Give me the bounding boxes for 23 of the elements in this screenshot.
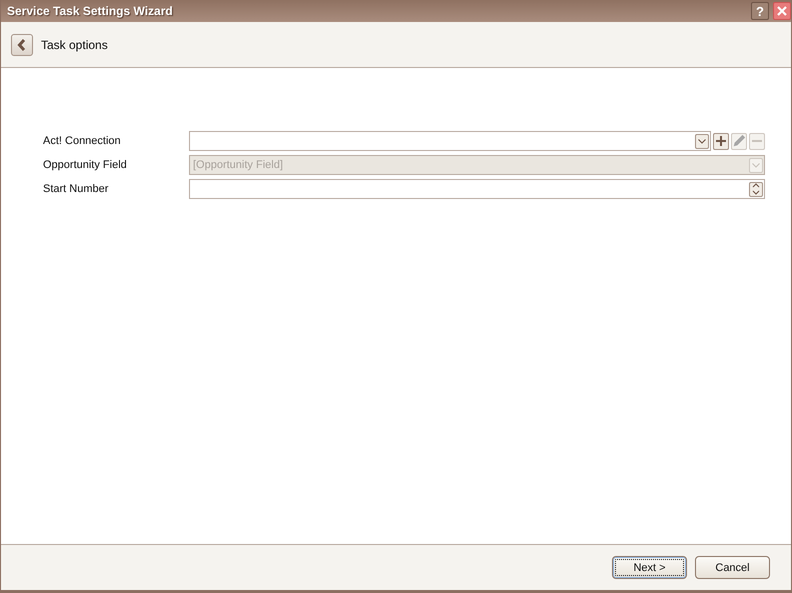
field-label: Start Number (43, 183, 110, 195)
up-down-arrows-icon (752, 183, 760, 195)
minus-icon (752, 140, 762, 142)
page-title: Task options (41, 38, 108, 52)
cancel-button[interactable]: Cancel (695, 556, 770, 579)
chevron-left-icon (17, 38, 27, 50)
close-icon (777, 6, 787, 16)
add-button[interactable] (713, 132, 729, 150)
pencil-icon (732, 133, 746, 149)
window-title: Service Task Settings Wizard (7, 4, 173, 18)
plus-icon (716, 136, 726, 146)
field-label: Opportunity Field (43, 159, 128, 171)
dropdown-button[interactable] (695, 134, 709, 148)
chevron-down-icon (698, 138, 706, 144)
field-label: Act! Connection (43, 135, 122, 147)
close-button[interactable] (773, 2, 791, 20)
back-button[interactable] (11, 34, 33, 56)
chevron-down-icon (752, 162, 760, 168)
field-placeholder: [Opportunity Field] (192, 159, 284, 171)
next-button[interactable]: Next > (612, 556, 687, 579)
dropdown-field[interactable] (189, 131, 711, 151)
spin-button[interactable] (749, 182, 763, 196)
number-field[interactable] (189, 179, 765, 199)
